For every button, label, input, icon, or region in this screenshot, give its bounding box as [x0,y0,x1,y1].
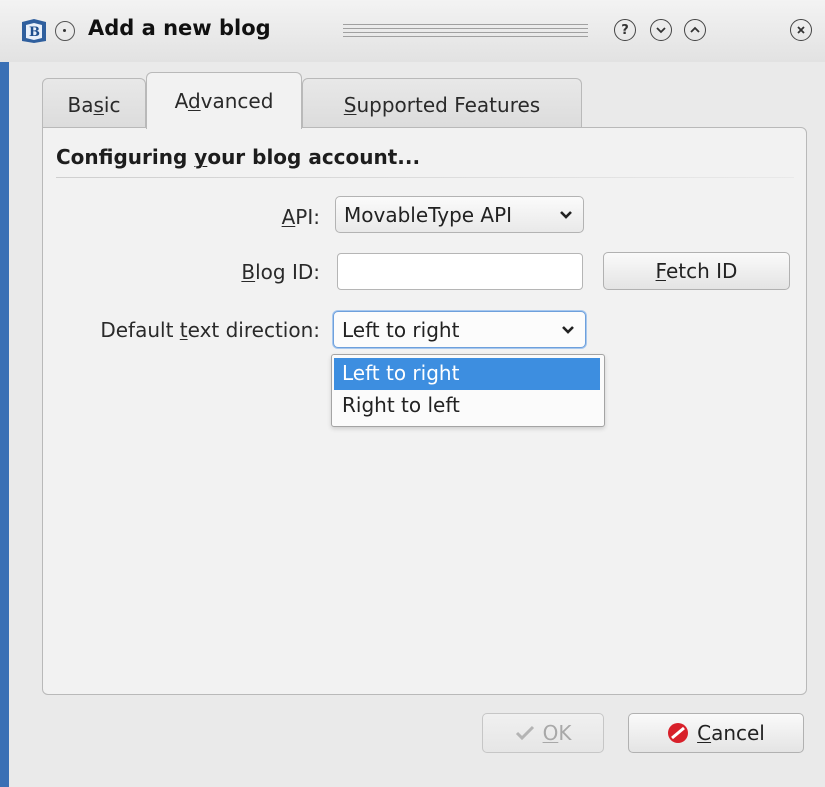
title-bar: B Add a new blog ? [0,0,825,62]
tab-mnemonic: S [343,93,357,117]
tab-label: ic [103,93,121,117]
help-button[interactable]: ? [614,19,636,41]
text-direction-dropdown: Left to right Right to left [331,354,605,427]
chevron-down-icon [656,27,666,34]
chevron-down-icon [562,326,574,334]
title-bar-decoration [343,24,588,39]
app-icon[interactable]: B [20,17,48,45]
cancel-button[interactable]: Cancel [628,713,804,753]
window-edge [0,62,9,787]
tab-label: A [174,89,188,113]
help-icon: ? [621,22,629,38]
tab-advanced[interactable]: Advanced [146,72,302,129]
on-all-desktops-button[interactable] [55,21,75,41]
cancel-icon [667,722,689,744]
tab-mnemonic: s [93,93,104,117]
dropdown-option-right-to-left[interactable]: Right to left [332,390,604,422]
section-divider [56,177,794,178]
tab-label: vanced [200,89,274,113]
api-select[interactable]: MovableType API [335,196,584,233]
tab-label: upported Features [356,93,541,117]
dropdown-option-left-to-right[interactable]: Left to right [334,358,600,390]
close-button[interactable] [790,19,812,41]
tab-label: Ba [67,93,94,117]
window-title: Add a new blog [88,16,271,40]
tab-supported-features[interactable]: Supported Features [302,78,582,128]
api-label: API: [281,205,320,229]
ok-button[interactable]: OK [482,713,604,753]
section-title: Configuring your blog account... [56,145,421,169]
text-direction-label: Default text direction: [100,318,320,342]
text-direction-select[interactable]: Left to right [333,311,586,348]
check-icon [515,725,535,741]
chevron-down-icon [560,211,572,219]
maximize-button[interactable] [684,19,706,41]
tab-mnemonic: d [187,89,201,113]
blog-id-input[interactable] [337,253,583,290]
api-select-value: MovableType API [344,203,513,227]
fetch-id-button[interactable]: Fetch ID [603,252,790,290]
close-icon [797,26,805,34]
minimize-button[interactable] [650,19,672,41]
blog-id-label: Blog ID: [241,260,320,284]
chevron-up-icon [690,26,700,33]
svg-text:B: B [29,25,40,40]
tab-basic[interactable]: Basic [42,78,146,128]
text-direction-value: Left to right [342,318,460,342]
